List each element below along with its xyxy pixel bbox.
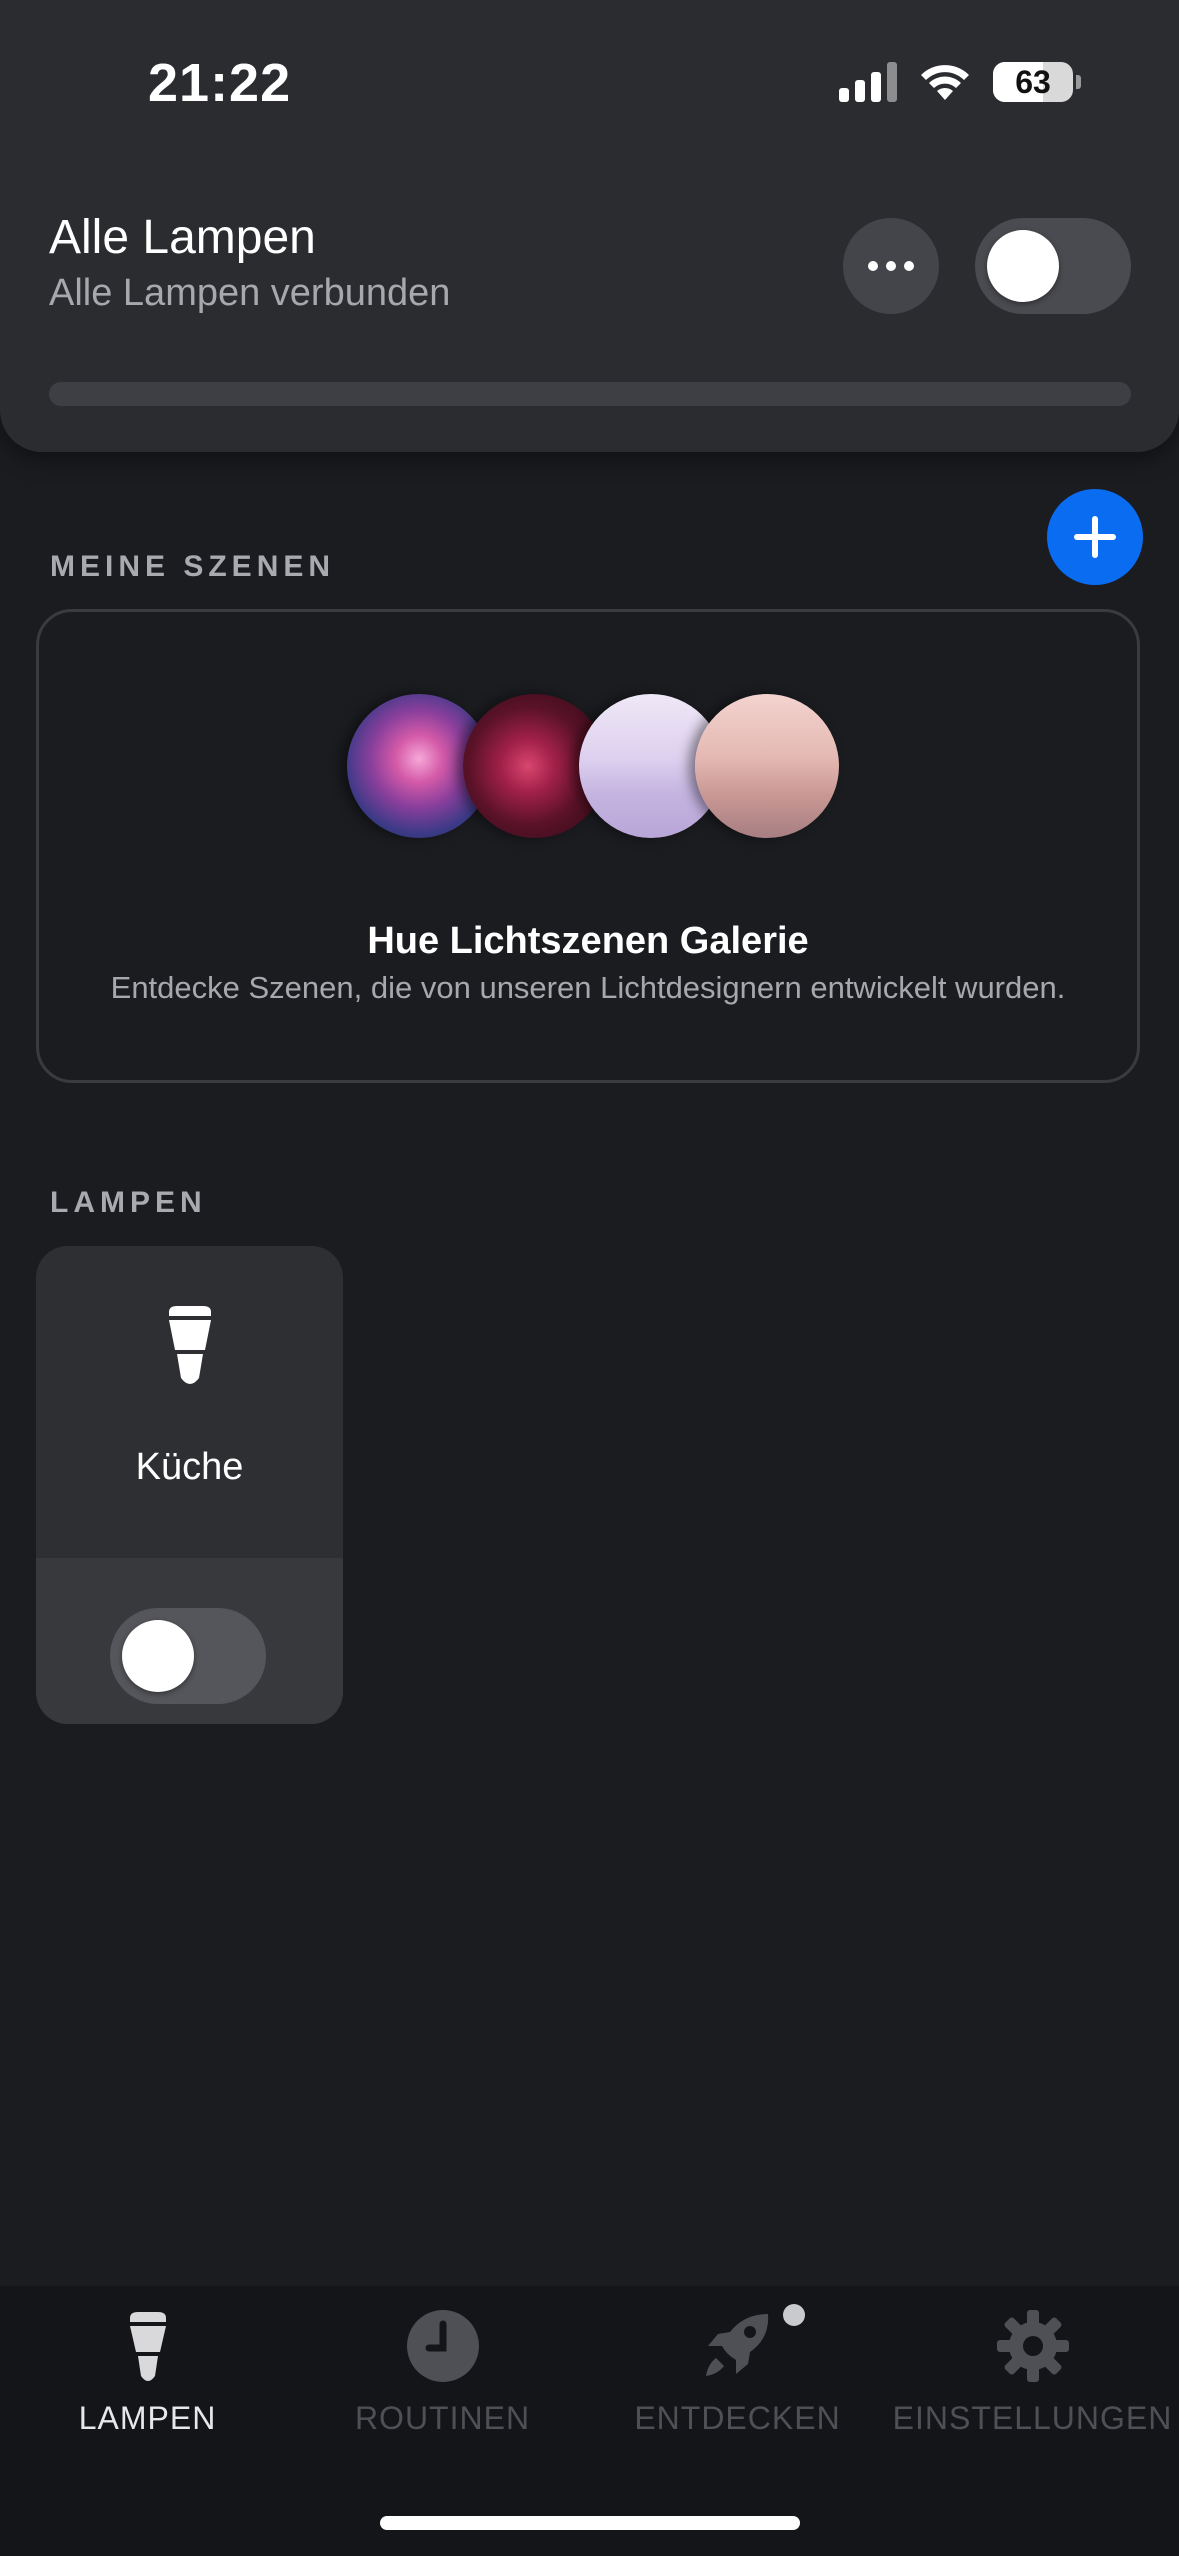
- gear-icon: [996, 2310, 1069, 2382]
- status-time: 21:22: [148, 53, 292, 113]
- tab-entdecken[interactable]: ENTDECKEN: [590, 2304, 885, 2437]
- more-dots-icon: [868, 261, 878, 271]
- wifi-icon: [921, 65, 969, 100]
- lamp-tile[interactable]: Küche: [36, 1246, 343, 1724]
- bulb-icon: [169, 1306, 211, 1384]
- app-screen: 21:22 63 Alle Lampen Alle Lampen verbund…: [0, 0, 1179, 2556]
- battery-icon: 63: [993, 62, 1081, 102]
- scene-gallery-card[interactable]: Hue Lichtszenen Galerie Entdecke Szenen,…: [36, 609, 1140, 1083]
- notification-badge: [783, 2304, 805, 2326]
- room-status: Alle Lampen verbunden: [49, 272, 451, 314]
- tab-routinen[interactable]: ROUTINEN: [295, 2306, 590, 2437]
- room-header-card: 21:22 63 Alle Lampen Alle Lampen verbund…: [0, 0, 1179, 452]
- gallery-title: Hue Lichtszenen Galerie: [367, 920, 809, 962]
- tab-lampen[interactable]: LAMPEN: [0, 2306, 295, 2437]
- cellular-signal-icon: [839, 62, 897, 102]
- scene-thumbnails: [347, 694, 847, 838]
- lamp-toggle[interactable]: [110, 1608, 266, 1704]
- more-options-button[interactable]: [843, 218, 939, 314]
- tab-label: EINSTELLUNGEN: [892, 2400, 1173, 2436]
- home-indicator: [380, 2516, 800, 2530]
- all-lamps-toggle[interactable]: [975, 218, 1131, 314]
- tab-label: LAMPEN: [78, 2400, 217, 2436]
- lamp-icon: [129, 2312, 166, 2381]
- lamp-name: Küche: [135, 1446, 244, 1488]
- battery-level: 63: [1015, 63, 1051, 100]
- toggle-knob: [122, 1620, 194, 1692]
- plus-icon: [1074, 516, 1116, 558]
- gallery-subtitle: Entdecke Szenen, die von unseren Lichtde…: [110, 970, 1066, 1005]
- add-scene-button[interactable]: [1047, 489, 1143, 585]
- scenes-section-label: MEINE SZENEN: [50, 550, 336, 583]
- scene-thumbnail-mountain-rose: [695, 694, 839, 838]
- status-icons: 63: [839, 62, 1081, 102]
- room-title: Alle Lampen: [49, 211, 316, 264]
- tab-label: ROUTINEN: [354, 2400, 531, 2436]
- lamps-section-label: LAMPEN: [50, 1186, 207, 1219]
- tab-einstellungen[interactable]: EINSTELLUNGEN: [885, 2306, 1179, 2437]
- toggle-knob: [987, 230, 1059, 302]
- tab-label: ENTDECKEN: [634, 2400, 841, 2436]
- rocket-icon: [705, 2314, 768, 2376]
- clock-icon: [406, 2310, 479, 2382]
- brightness-slider[interactable]: [49, 382, 1131, 406]
